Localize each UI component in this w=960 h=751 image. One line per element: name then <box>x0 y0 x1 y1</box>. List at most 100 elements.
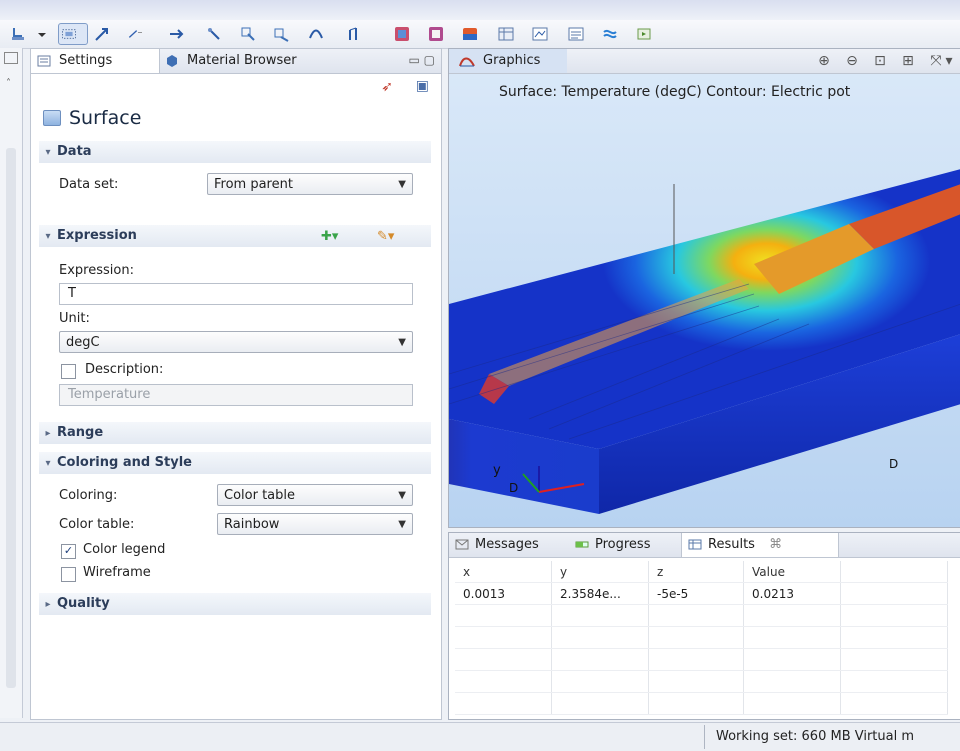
chevron-down-icon: ▼ <box>398 490 406 501</box>
expression-label: Expression: <box>59 263 134 278</box>
settings-panel: Settings Material Browser ▭ ▢ ➶ ▣ Surfac… <box>30 48 442 720</box>
wireframe-checkbox[interactable] <box>61 567 76 582</box>
section-coloring-label: Coloring and Style <box>57 455 192 470</box>
study-icon[interactable] <box>392 24 412 44</box>
vertical-scrollbar[interactable] <box>6 148 16 688</box>
animation-icon[interactable] <box>600 24 620 44</box>
zoom-in-icon[interactable]: ⊕ <box>815 52 833 70</box>
section-expression-header[interactable]: ▾ Expression <box>39 225 431 247</box>
section-data-label: Data <box>57 144 92 159</box>
section-range-header[interactable]: ▸ Range <box>39 422 431 444</box>
section-quality-header[interactable]: ▸ Quality <box>39 593 431 615</box>
zoom-extents-icon[interactable]: ⊞ <box>899 52 917 70</box>
paint-bucket-icon[interactable] <box>8 24 28 44</box>
close-icon[interactable]: ⌘ <box>769 537 782 552</box>
tab-settings[interactable]: Settings <box>31 49 160 73</box>
column-header-x[interactable]: x <box>455 561 552 583</box>
tab-results-label: Results <box>708 537 755 552</box>
tab-progress[interactable]: Progress <box>569 533 699 557</box>
pan-icon[interactable] <box>166 24 186 44</box>
restore-icon[interactable] <box>4 52 18 64</box>
arrow-icon[interactable] <box>92 24 112 44</box>
chevron-down-icon: ▼ <box>398 179 406 190</box>
dropdown-arrow-icon[interactable] <box>32 24 46 44</box>
coloring-select[interactable]: Color table ▼ <box>217 484 413 506</box>
column-header-y[interactable]: y <box>551 561 649 583</box>
geometry-icon[interactable] <box>306 24 326 44</box>
page-title-text: Surface <box>69 107 142 129</box>
mesh-icon[interactable] <box>346 24 366 44</box>
report-icon[interactable] <box>566 24 586 44</box>
axis-d-label: D <box>509 481 518 495</box>
tab-messages[interactable]: Messages <box>449 533 575 557</box>
coloring-label: Coloring: <box>59 488 118 503</box>
insert-expression-icon[interactable]: ✚▾ <box>321 229 338 244</box>
unit-value: degC <box>66 335 100 350</box>
status-bar: Working set: 660 MB Virtual m <box>0 722 960 751</box>
graphics-tab-bar: Graphics ⊕ ⊖ ⊡ ⊞ ⤧ ▾ <box>449 49 960 74</box>
cell-value: 0.0213 <box>743 582 841 605</box>
section-coloring-header[interactable]: ▾ Coloring and Style <box>39 452 431 474</box>
graphics-viewport[interactable]: Surface: Temperature (degC) Contour: Ele… <box>449 74 960 527</box>
section-expression-label: Expression <box>57 228 137 243</box>
zoom-tool-icon[interactable] <box>126 24 156 44</box>
section-quality-label: Quality <box>57 596 110 611</box>
column-header-value[interactable]: Value <box>743 561 841 583</box>
plot-window-icon[interactable]: ▣ <box>416 78 429 94</box>
description-checkbox[interactable] <box>61 364 76 379</box>
expression-input[interactable]: T <box>59 283 413 305</box>
table-row-empty <box>455 626 948 649</box>
zoom-box-icon[interactable]: ⊡ <box>871 52 889 70</box>
collapse-icon: ▾ <box>45 147 51 158</box>
graphics-panel: Graphics ⊕ ⊖ ⊡ ⊞ ⤧ ▾ Surface: Temperature (de… <box>448 48 960 528</box>
table-row[interactable]: 0.0013 2.3584e... -5e-5 0.0213 <box>455 582 948 605</box>
column-header-empty <box>840 561 948 583</box>
move-icon[interactable] <box>238 24 258 44</box>
view-axis-icon[interactable]: ⤧ <box>927 52 945 70</box>
table-header-row: x y z Value <box>455 561 948 583</box>
chevron-down-icon: ▼ <box>398 519 406 530</box>
data-set-value: From parent <box>214 177 293 192</box>
table-row-empty <box>455 604 948 627</box>
coloring-value: Color table <box>224 488 295 503</box>
tab-results[interactable]: Results ⌘ <box>681 533 839 557</box>
rotate-icon[interactable] <box>204 24 224 44</box>
minimize-maximize-icons[interactable]: ▭ ▢ <box>409 53 436 67</box>
messages-icon <box>455 539 469 550</box>
wireframe-label: Wireframe <box>83 565 151 580</box>
status-separator <box>704 725 705 749</box>
surface-plot-icon[interactable] <box>460 24 480 44</box>
graphics-tab-icon <box>459 57 475 67</box>
chevron-down-icon[interactable]: ▾ <box>945 52 953 70</box>
table-row-empty <box>455 648 948 671</box>
expand-icon: ▸ <box>45 599 51 610</box>
main-toolbar <box>0 20 960 49</box>
table-icon[interactable] <box>496 24 516 44</box>
description-label: Description: <box>85 362 164 377</box>
select-icon[interactable] <box>58 23 88 45</box>
tab-graphics-label: Graphics <box>483 53 541 68</box>
replace-expression-icon[interactable]: ✎▾ <box>377 229 394 244</box>
tab-material-browser[interactable]: Material Browser <box>159 49 347 73</box>
settings-icon[interactable] <box>634 24 654 44</box>
chevron-up-icon[interactable]: ˄ <box>6 78 11 89</box>
zoom-out-icon[interactable]: ⊖ <box>843 52 861 70</box>
transform-icon[interactable] <box>272 24 292 44</box>
unit-select[interactable]: degC ▼ <box>59 331 413 353</box>
tab-settings-label: Settings <box>59 53 113 68</box>
data-set-select[interactable]: From parent ▼ <box>207 173 413 195</box>
tab-graphics[interactable]: Graphics <box>449 49 567 73</box>
export-icon[interactable] <box>530 24 550 44</box>
column-header-z[interactable]: z <box>648 561 744 583</box>
plot-icon[interactable] <box>426 24 446 44</box>
cell-z: -5e-5 <box>648 582 744 605</box>
color-legend-checkbox[interactable]: ✓ <box>61 544 76 559</box>
table-row-empty <box>455 692 948 715</box>
color-table-select[interactable]: Rainbow ▼ <box>217 513 413 535</box>
plot-arrow-icon[interactable]: ➶ <box>381 79 393 95</box>
memory-status: Working set: 660 MB Virtual m <box>716 729 915 744</box>
cell-empty <box>840 582 948 605</box>
tab-messages-label: Messages <box>475 537 539 552</box>
tab-progress-label: Progress <box>595 537 651 552</box>
section-data-header[interactable]: ▾ Data <box>39 141 431 163</box>
